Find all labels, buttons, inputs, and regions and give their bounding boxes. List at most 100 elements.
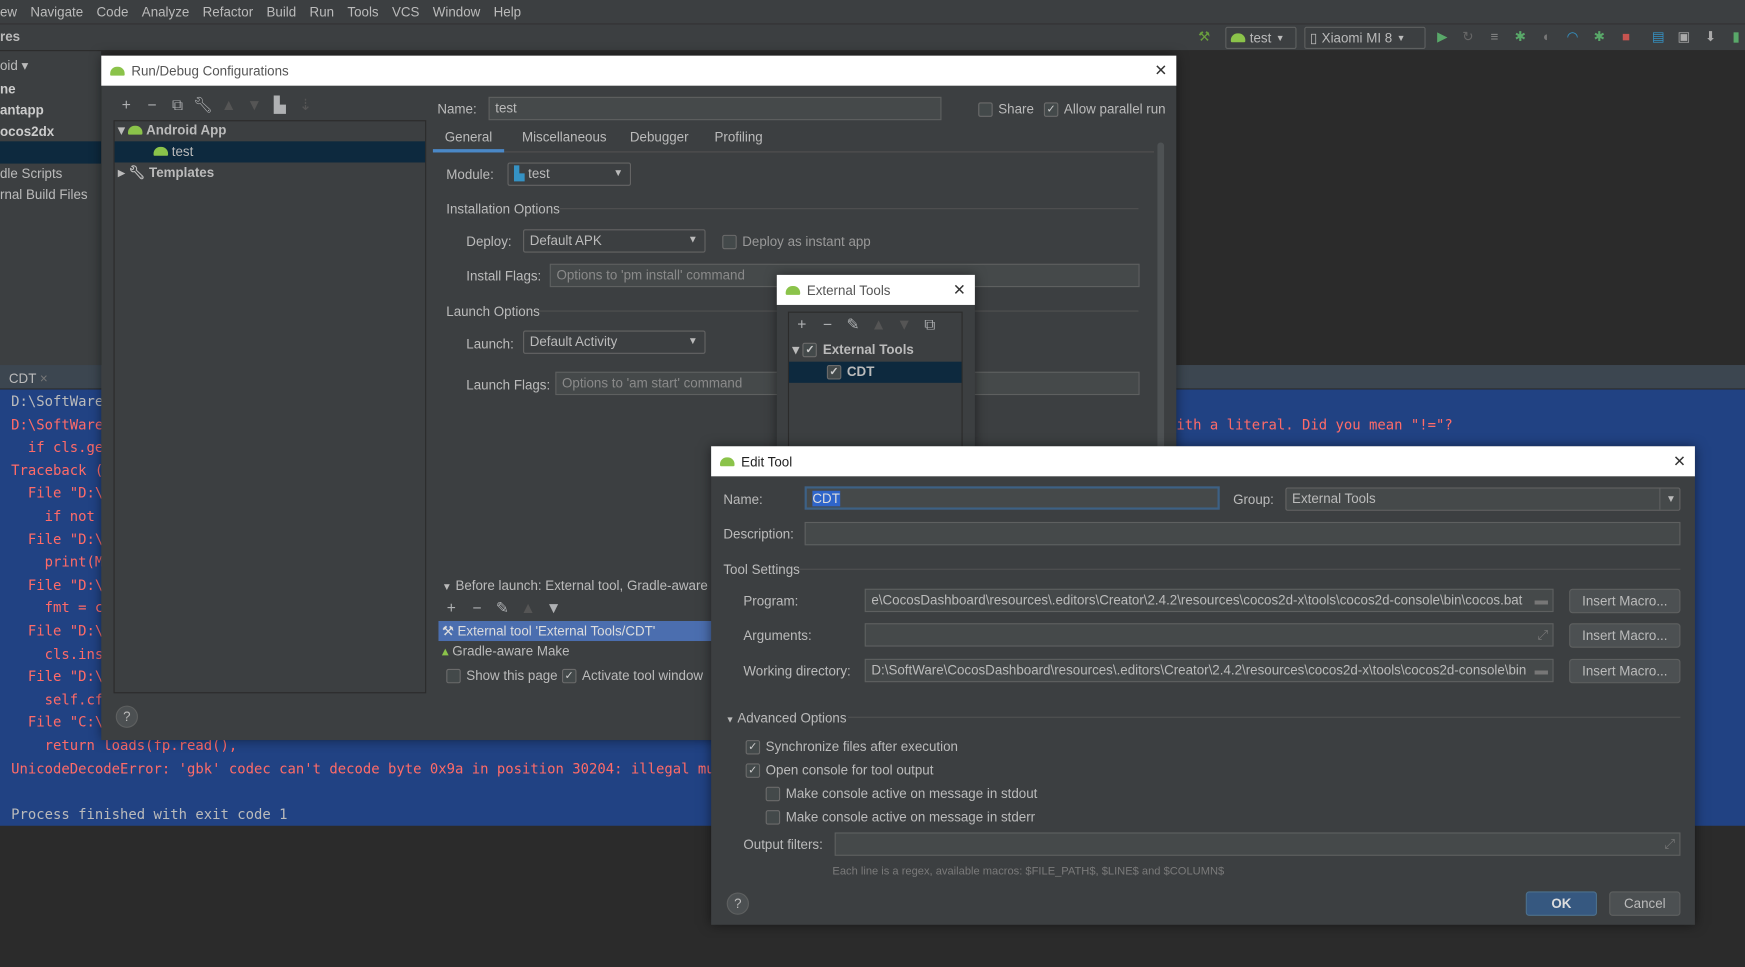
avd-manager-icon[interactable]: ▣: [1677, 30, 1690, 43]
output-filters-input[interactable]: ⤢: [834, 832, 1681, 856]
arguments-input[interactable]: ⤢: [864, 623, 1554, 647]
remove-icon[interactable]: −: [139, 96, 165, 114]
console-tab-cdt[interactable]: CDT ×: [9, 371, 48, 387]
close-icon[interactable]: ✕: [1154, 61, 1167, 80]
tool-name-input[interactable]: CDT: [804, 486, 1220, 510]
menu-view[interactable]: ew: [0, 4, 17, 20]
project-item[interactable]: ne: [0, 81, 16, 97]
move-down-icon[interactable]: ▼: [241, 96, 267, 114]
browse-folder-icon[interactable]: ▬: [1535, 592, 1548, 608]
tab-profiling[interactable]: Profiling: [714, 129, 762, 145]
wrench-icon[interactable]: 🔧︎: [190, 96, 216, 115]
description-input[interactable]: [804, 521, 1681, 546]
edit-icon[interactable]: ✎: [490, 599, 516, 618]
cancel-button[interactable]: Cancel: [1609, 891, 1681, 916]
module-select[interactable]: ▙ test ▼: [507, 162, 632, 186]
move-up-icon[interactable]: ▲: [515, 599, 541, 617]
device-selector[interactable]: ▯ Xiaomi MI 8 ▼: [1304, 26, 1426, 49]
build-hammer-icon[interactable]: ⚒: [1197, 30, 1210, 43]
help-button[interactable]: ?: [726, 892, 749, 915]
insert-macro-arguments-button[interactable]: Insert Macro...: [1569, 623, 1681, 648]
move-down-icon[interactable]: ▼: [541, 599, 567, 617]
menu-help[interactable]: Help: [494, 4, 521, 20]
menu-code[interactable]: Code: [97, 4, 129, 20]
add-icon[interactable]: +: [789, 315, 815, 333]
project-item[interactable]: dle Scripts: [0, 166, 62, 182]
coverage-icon[interactable]: ◐: [1540, 30, 1553, 43]
menu-refactor[interactable]: Refactor: [203, 4, 253, 20]
move-up-icon[interactable]: ▲: [866, 315, 892, 333]
attach-debugger-icon[interactable]: ✱: [1593, 30, 1606, 43]
menu-navigate[interactable]: Navigate: [30, 4, 83, 20]
tab-debugger[interactable]: Debugger: [630, 129, 689, 145]
deploy-instant-checkbox[interactable]: Deploy as instant app: [722, 234, 871, 250]
close-icon[interactable]: ✕: [1673, 452, 1686, 471]
close-icon[interactable]: ✕: [953, 280, 966, 299]
console-active-stderr-checkbox[interactable]: Make console active on message in stderr: [765, 809, 1035, 826]
before-launch-item[interactable]: ⚒ External tool 'External Tools/CDT': [438, 620, 728, 642]
tool-group-external-tools[interactable]: ▾ ✓ External Tools: [792, 342, 914, 358]
menu-run[interactable]: Run: [310, 4, 335, 20]
stop-icon[interactable]: ■: [1619, 30, 1632, 43]
copy-icon[interactable]: ⧉: [165, 96, 191, 115]
browse-folder-icon[interactable]: ▬: [1535, 662, 1548, 678]
edit-icon[interactable]: ✎: [840, 315, 866, 334]
tab-miscellaneous[interactable]: Miscellaneous: [522, 129, 607, 145]
expand-icon[interactable]: ⤢: [1537, 627, 1548, 644]
group-select[interactable]: External Tools ▼: [1285, 487, 1681, 511]
rerun-icon[interactable]: ↻: [1461, 30, 1474, 43]
sdk-manager-icon[interactable]: ⬇: [1704, 30, 1717, 43]
launch-select[interactable]: Default Activity ▼: [523, 330, 706, 354]
project-item[interactable]: ocos2dx: [0, 124, 54, 140]
deploy-select[interactable]: Default APK ▼: [523, 229, 706, 253]
close-tab-icon[interactable]: ×: [40, 371, 48, 387]
activate-tool-window-checkbox[interactable]: ✓ Activate tool window: [562, 668, 703, 684]
remove-icon[interactable]: −: [464, 599, 490, 617]
move-down-icon[interactable]: ▼: [891, 315, 917, 333]
help-button[interactable]: ?: [115, 705, 138, 728]
menu-window[interactable]: Window: [433, 4, 481, 20]
project-view-dropdown[interactable]: oid ▾: [0, 58, 28, 74]
ok-button[interactable]: OK: [1525, 891, 1597, 916]
allow-parallel-checkbox[interactable]: ✓ Allow parallel run: [1043, 101, 1166, 118]
tree-node-android-app[interactable]: ▾ Android App: [118, 122, 226, 138]
console-active-stdout-checkbox[interactable]: Make console active on message in stdout: [765, 786, 1037, 802]
menu-tools[interactable]: Tools: [347, 4, 378, 20]
run-config-selector[interactable]: test ▼: [1225, 26, 1297, 49]
open-console-checkbox[interactable]: ✓ Open console for tool output: [745, 762, 933, 779]
move-up-icon[interactable]: ▲: [216, 96, 242, 114]
copy-icon[interactable]: ⧉: [917, 315, 943, 334]
tree-item-test[interactable]: test: [114, 141, 426, 163]
project-item[interactable]: rnal Build Files: [0, 187, 88, 203]
scrollbar[interactable]: [1157, 142, 1165, 499]
project-item[interactable]: antapp: [0, 102, 44, 118]
insert-macro-program-button[interactable]: Insert Macro...: [1569, 588, 1681, 614]
device-monitor-icon[interactable]: ▮: [1729, 30, 1742, 43]
tab-general[interactable]: General: [432, 129, 505, 153]
sync-files-checkbox[interactable]: ✓ Synchronize files after execution: [745, 739, 958, 755]
insert-macro-workdir-button[interactable]: Insert Macro...: [1569, 658, 1681, 684]
tool-item-cdt[interactable]: ✓ CDT: [789, 361, 962, 383]
expand-icon[interactable]: ⤢: [1664, 836, 1675, 853]
add-icon[interactable]: +: [114, 96, 140, 114]
advanced-options-toggle[interactable]: ▼ Advanced Options: [726, 710, 847, 726]
add-icon[interactable]: +: [438, 599, 464, 617]
sort-icon[interactable]: ⇣: [293, 96, 319, 115]
before-launch-item[interactable]: ▴ Gradle-aware Make: [438, 641, 727, 661]
profile-icon[interactable]: ◠: [1566, 30, 1579, 43]
project-structure-icon[interactable]: ▤: [1652, 30, 1665, 43]
menu-vcs[interactable]: VCS: [392, 4, 419, 20]
menu-analyze[interactable]: Analyze: [142, 4, 190, 20]
before-launch-header[interactable]: ▼ Before launch: External tool, Gradle-a…: [442, 578, 744, 594]
config-name-input[interactable]: test: [488, 96, 942, 121]
new-folder-icon[interactable]: ▙: [267, 96, 293, 115]
project-item-selected[interactable]: [0, 141, 102, 164]
show-page-checkbox[interactable]: Show this page: [446, 668, 558, 684]
run-icon[interactable]: ▶: [1436, 30, 1449, 43]
program-input[interactable]: e\CocosDashboard\resources\.editors\Crea…: [864, 588, 1554, 613]
debug-icon[interactable]: ✱: [1514, 30, 1527, 43]
working-directory-input[interactable]: D:\SoftWare\CocosDashboard\resources\.ed…: [864, 658, 1554, 683]
remove-icon[interactable]: −: [815, 315, 841, 333]
share-checkbox[interactable]: Share: [978, 101, 1034, 118]
apply-changes-icon[interactable]: ≡: [1488, 30, 1501, 43]
